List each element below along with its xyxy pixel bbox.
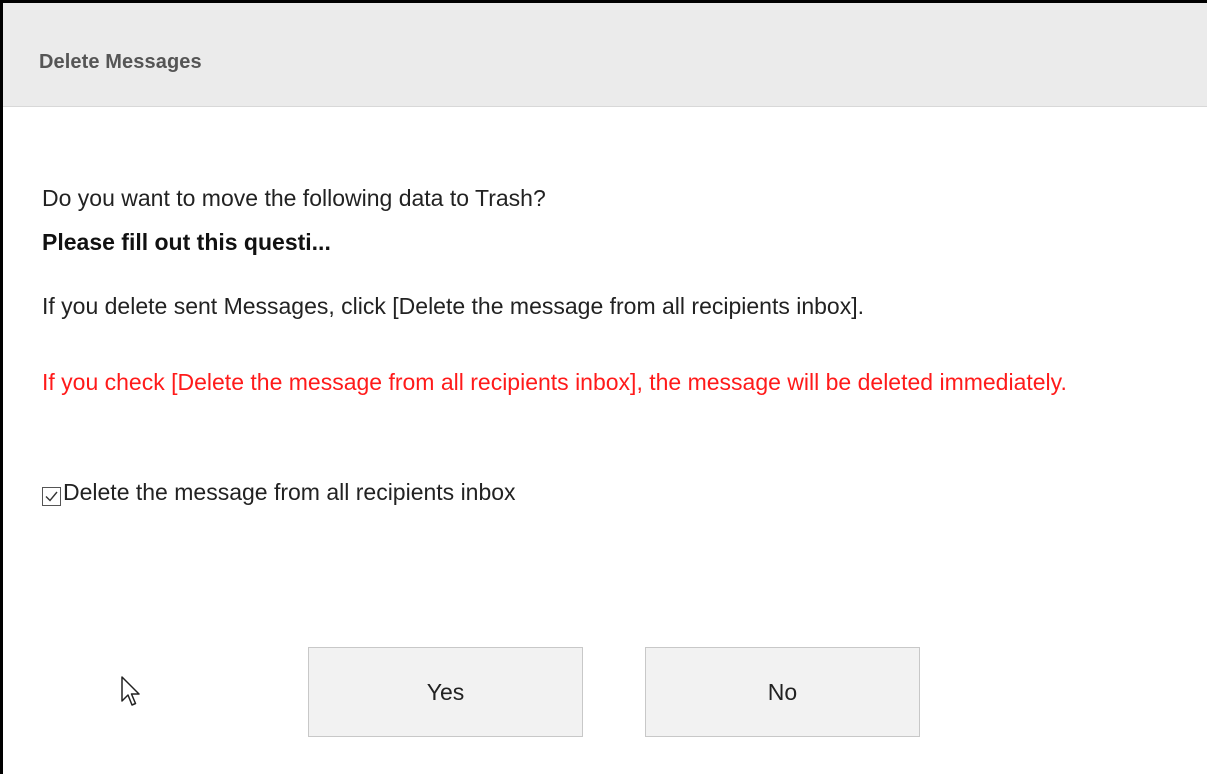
delete-warning-text: If you check [Delete the message from al… <box>42 369 1067 395</box>
message-subject: Please fill out this questi... <box>42 229 331 255</box>
mouse-cursor-icon <box>120 675 142 712</box>
delete-info-text: If you delete sent Messages, click [Dele… <box>42 293 865 319</box>
delete-from-all-recipients-checkbox[interactable] <box>42 487 61 506</box>
dialog-header: Delete Messages <box>3 3 1207 107</box>
yes-button[interactable]: Yes <box>308 647 583 737</box>
check-icon <box>45 491 58 502</box>
dialog-title: Delete Messages <box>39 51 202 73</box>
delete-messages-dialog: Delete Messages Do you want to move the … <box>0 0 1207 774</box>
checkbox-label: Delete the message from all recipients i… <box>63 479 516 505</box>
confirmation-question: Do you want to move the following data t… <box>42 185 546 211</box>
no-button[interactable]: No <box>645 647 920 737</box>
delete-from-all-recipients-option[interactable]: Delete the message from all recipients i… <box>42 479 516 506</box>
